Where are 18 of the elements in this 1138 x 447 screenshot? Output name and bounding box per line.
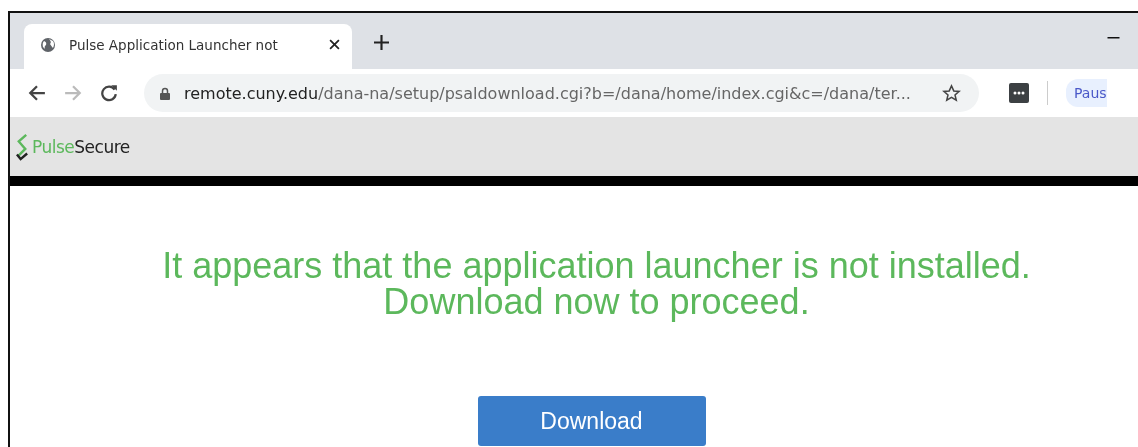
lock-icon [160, 86, 170, 100]
minimize-icon[interactable] [1107, 37, 1120, 39]
url-text: remote.cuny.edu/dana-na/setup/psaldownload.cgi?b=/dana/home/index.cgi&c=/dana/ter... [184, 83, 912, 103]
download-button[interactable]: Download [477, 396, 706, 446]
logo-text: PulseSecure [32, 136, 130, 157]
address-bar[interactable]: remote.cuny.edu/dana-na/setup/psaldownload.cgi?b=/dana/home/index.cgi&c=/dana/ter... [144, 74, 979, 112]
reload-icon[interactable] [100, 84, 118, 102]
star-icon[interactable] [942, 83, 961, 103]
tab-title: Pulse Application Launcher not [69, 36, 279, 53]
back-icon[interactable] [28, 84, 46, 102]
globe-icon [40, 36, 56, 53]
logo-icon [16, 132, 29, 161]
install-message: It appears that the application launcher is not installed. Download now to proceed. [162, 248, 1031, 320]
extension-icon[interactable] [1009, 83, 1029, 103]
close-icon[interactable] [329, 39, 340, 50]
browser-tab[interactable]: Pulse Application Launcher not [24, 24, 352, 69]
new-tab-icon[interactable] [374, 35, 389, 50]
profile-button[interactable]: Paus [1066, 79, 1107, 107]
